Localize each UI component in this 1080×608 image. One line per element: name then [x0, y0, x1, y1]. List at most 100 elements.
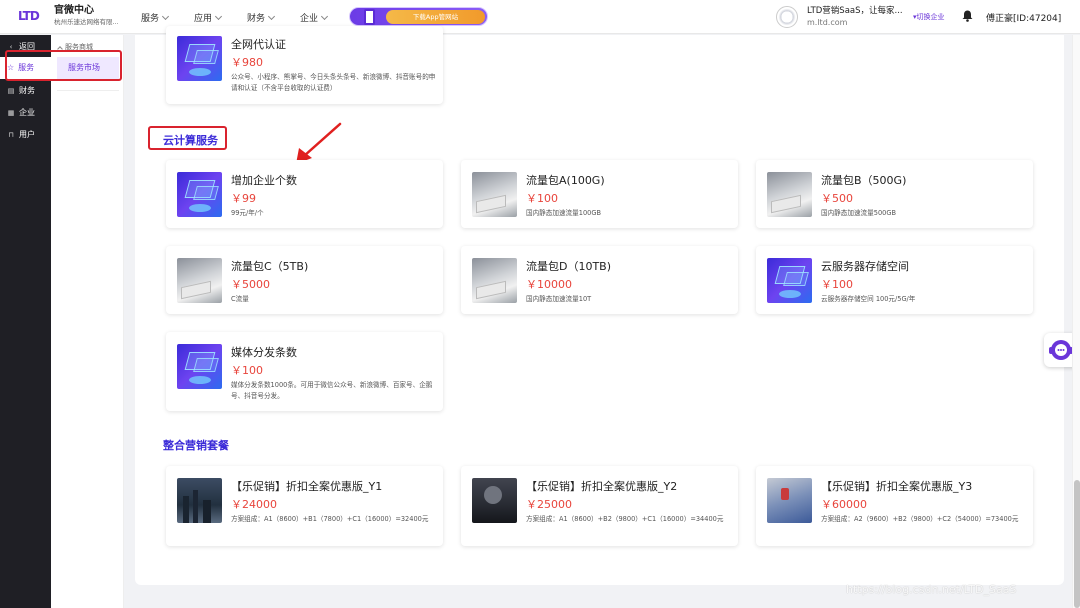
watermark: https://blog.csdn.net/LTD_SaaS [846, 583, 1017, 596]
highlight-box-nav [5, 50, 122, 81]
product-title: 增加企业个数 [231, 174, 297, 187]
product-thumbnail [767, 172, 812, 217]
product-title: 媒体分发条数 [231, 346, 297, 359]
product-desc: 方案组成：A1（8600）+B2（9800）+C1（16000）=34400元 [526, 515, 724, 523]
product-card-y2[interactable]: 【乐促销】折扣全案优惠版_Y2 ￥25000 方案组成：A1（8600）+B2（… [461, 466, 738, 546]
company-info[interactable]: LTD营销SaaS，让每家... m.ltd.com [807, 5, 903, 29]
product-card-storage[interactable]: 云服务器存储空间 ￥100 云服务器存储空间 100元/5G/年 [756, 246, 1033, 314]
product-desc: C流量 [231, 295, 249, 303]
company-short-name: 杭州乐速达网络有限... [54, 18, 119, 26]
nav-finance[interactable]: 财务 [247, 11, 276, 24]
product-title: 【乐促销】折扣全案优惠版_Y2 [526, 480, 678, 493]
download-app-label: 下载App管网站 [386, 10, 485, 24]
bookmark-icon: ⊓ [8, 130, 14, 139]
phone-icon [364, 9, 375, 25]
nav-label: 应用 [194, 14, 213, 24]
product-thumbnail [177, 344, 222, 389]
product-title: 【乐促销】折扣全案优惠版_Y1 [231, 480, 383, 493]
product-price: ￥60000 [821, 498, 867, 511]
nav-apps[interactable]: 应用 [194, 11, 223, 24]
brand-block: 官微中心 杭州乐速达网络有限... [54, 4, 119, 27]
nav-service[interactable]: 服务 [141, 11, 170, 24]
product-desc: 公众号、小程序、熊掌号、今日头条头条号、新浪微博、抖音账号的申请和认证（不含平台… [231, 73, 436, 92]
nav-enterprise[interactable]: 企业 [300, 11, 329, 24]
divider [57, 90, 119, 91]
product-thumbnail [177, 478, 222, 523]
switch-company-button[interactable]: ▾切换企业 [913, 12, 945, 22]
product-desc: 国内静态加速流量500GB [821, 209, 896, 217]
nav-label: 服务 [141, 14, 160, 24]
product-thumbnail [177, 258, 222, 303]
company-avatar[interactable] [776, 6, 798, 28]
page-scrollbar[interactable] [1072, 35, 1080, 608]
product-desc: 媒体分发条数1000条。可用于微信公众号、新浪微博、百家号、企鹅号、抖音号分发。 [231, 381, 433, 400]
product-price: ￥100 [821, 278, 853, 291]
product-card-cert[interactable]: 全网代认证 ￥980 公众号、小程序、熊掌号、今日头条头条号、新浪微博、抖音账号… [166, 26, 443, 104]
product-price: ￥99 [231, 192, 256, 205]
product-thumbnail [767, 258, 812, 303]
product-price: ￥10000 [526, 278, 572, 291]
product-price: ￥25000 [526, 498, 572, 511]
product-thumbnail [472, 478, 517, 523]
product-title: 流量包B（500G) [821, 174, 907, 187]
product-card-add-enterprise[interactable]: 增加企业个数 ￥99 99元/年/个 [166, 160, 443, 228]
product-desc: 云服务器存储空间 100元/5G/年 [821, 295, 916, 303]
sidebar-item-label: 用户 [19, 130, 35, 139]
chevron-down-icon [268, 12, 276, 20]
chevron-down-icon [214, 12, 223, 20]
main-sidebar: ‹ 返回 ☆ 服务 ▤ 财务 ▦ 企业 ⊓ 用户 [0, 35, 51, 608]
wallet-icon: ▤ [7, 86, 15, 95]
chevron-down-icon [321, 12, 329, 20]
product-price: ￥5000 [231, 278, 270, 291]
scrollbar-thumb[interactable] [1074, 480, 1080, 608]
app-title: 官微中心 [54, 5, 94, 16]
sidebar-item-finance[interactable]: ▤ 财务 [7, 85, 35, 96]
nav-label: 财务 [247, 14, 266, 24]
top-nav: 服务 应用 财务 企业 [141, 11, 353, 24]
logo-text: LTD [18, 9, 40, 23]
product-title: 云服务器存储空间 [821, 260, 909, 273]
product-title: 流量包A(100G) [526, 174, 605, 187]
product-desc: 国内静态加速流量10T [526, 295, 592, 303]
nav-label: 企业 [300, 14, 319, 24]
product-card-flow-b[interactable]: 流量包B（500G) ￥500 国内静态加速流量500GB [756, 160, 1033, 228]
product-thumbnail [472, 172, 517, 217]
sidebar-item-enterprise[interactable]: ▦ 企业 [7, 107, 35, 118]
building-icon: ▦ [7, 108, 15, 117]
product-thumbnail [767, 478, 812, 523]
company-name: LTD营销SaaS，让每家... [807, 6, 903, 16]
download-app-banner[interactable]: 下载App管网站 [349, 7, 488, 26]
sub-sidebar: 服务商城 服务市场 [51, 35, 124, 608]
product-title: 全网代认证 [231, 38, 286, 51]
product-price: ￥24000 [231, 498, 277, 511]
product-price: ￥980 [231, 56, 263, 69]
sidebar-item-users[interactable]: ⊓ 用户 [7, 129, 35, 140]
product-thumbnail [177, 172, 222, 217]
product-desc: 99元/年/个 [231, 209, 264, 217]
product-card-y3[interactable]: 【乐促销】折扣全案优惠版_Y3 ￥60000 方案组成：A2（9600）+B2（… [756, 466, 1033, 546]
company-domain: m.ltd.com [807, 18, 848, 27]
user-menu[interactable]: 傅正豪[ID:47204] [986, 11, 1061, 24]
ltd-logo[interactable]: LTD [18, 9, 44, 23]
chevron-down-icon [161, 12, 170, 20]
product-price: ￥100 [231, 364, 263, 377]
bell-icon[interactable] [962, 10, 973, 22]
product-title: 流量包C（5TB) [231, 260, 309, 273]
product-thumbnail [177, 36, 222, 81]
product-title: 流量包D（10TB) [526, 260, 612, 273]
top-bar: LTD 官微中心 杭州乐速达网络有限... 服务 应用 财务 企业 下载App管… [0, 0, 1080, 34]
product-desc: 方案组成：A2（9600）+B2（9800）+C2（54000）=73400元 [821, 515, 1019, 523]
product-card-flow-c[interactable]: 流量包C（5TB) ￥5000 C流量 [166, 246, 443, 314]
product-card-media[interactable]: 媒体分发条数 ￥100 媒体分发条数1000条。可用于微信公众号、新浪微博、百家… [166, 332, 443, 411]
product-card-flow-d[interactable]: 流量包D（10TB) ￥10000 国内静态加速流量10T [461, 246, 738, 314]
product-card-flow-a[interactable]: 流量包A(100G) ￥100 国内静态加速流量100GB [461, 160, 738, 228]
product-title: 【乐促销】折扣全案优惠版_Y3 [821, 480, 973, 493]
product-price: ￥500 [821, 192, 853, 205]
sidebar-item-label: 财务 [19, 86, 35, 95]
product-card-y1[interactable]: 【乐促销】折扣全案优惠版_Y1 ￥24000 方案组成：A1（8600）+B1（… [166, 466, 443, 546]
sidebar-item-label: 企业 [19, 108, 35, 117]
product-desc: 国内静态加速流量100GB [526, 209, 601, 217]
product-desc: 方案组成：A1（8600）+B1（7800）+C1（16000）=32400元 [231, 515, 429, 523]
section-title-bundle: 整合营销套餐 [163, 439, 229, 452]
product-price: ￥100 [526, 192, 558, 205]
